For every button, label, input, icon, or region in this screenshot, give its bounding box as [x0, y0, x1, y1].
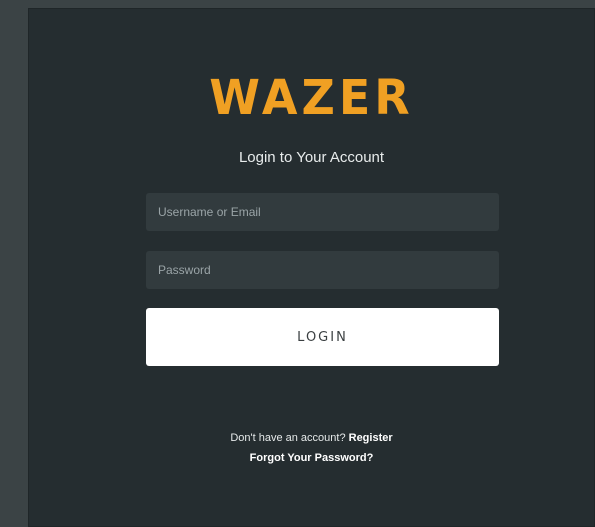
password-input[interactable]	[146, 251, 499, 289]
username-input[interactable]	[146, 193, 499, 231]
register-line: Don't have an account? Register	[28, 428, 595, 448]
register-link[interactable]: Register	[349, 432, 393, 444]
app-background: WAZER Login to Your Account LOGIN Don't …	[0, 0, 595, 527]
login-button[interactable]: LOGIN	[146, 308, 499, 366]
brand-header: WAZER	[28, 68, 595, 126]
account-links: Don't have an account? Register Forgot Y…	[28, 428, 595, 468]
no-account-text: Don't have an account?	[230, 432, 349, 444]
login-title: Login to Your Account	[238, 149, 385, 166]
login-panel: WAZER Login to Your Account LOGIN Don't …	[28, 8, 595, 527]
forgot-password-link[interactable]: Forgot Your Password?	[250, 452, 374, 464]
wazer-logo: WAZER	[209, 68, 414, 126]
forgot-line: Forgot Your Password?	[28, 448, 595, 468]
